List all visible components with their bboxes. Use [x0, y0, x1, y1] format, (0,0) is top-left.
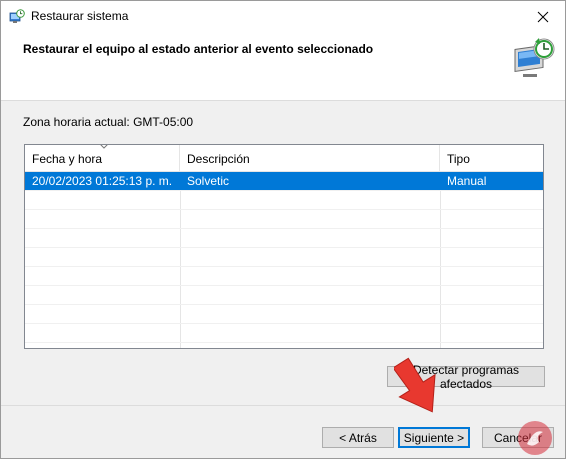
row-date: 20/02/2023 01:25:13 p. m.: [32, 174, 173, 188]
sort-descending-icon: [100, 145, 108, 149]
column-label-type: Tipo: [447, 152, 470, 166]
column-header-date[interactable]: Fecha y hora: [25, 145, 180, 172]
restore-points-list[interactable]: Fecha y hora Descripción Tipo 20/02/2023…: [24, 144, 544, 349]
next-button[interactable]: Siguiente >: [398, 427, 470, 448]
column-label-date: Fecha y hora: [32, 152, 103, 166]
column-header-type[interactable]: Tipo: [440, 145, 543, 172]
footer-divider: [1, 405, 565, 406]
wizard-header: Restaurar el equipo al estado anterior a…: [1, 32, 565, 101]
row-type: Manual: [447, 174, 487, 188]
close-icon: [537, 11, 548, 22]
back-button[interactable]: < Atrás: [322, 427, 394, 448]
table-row[interactable]: 20/02/2023 01:25:13 p. m. Solvetic Manua…: [25, 172, 543, 190]
timezone-label: Zona horaria actual: GMT-05:00: [23, 115, 194, 129]
title-bar: Restaurar sistema: [1, 1, 565, 32]
row-description: Solvetic: [187, 174, 230, 188]
list-gridlines: [25, 172, 543, 348]
column-label-description: Descripción: [187, 152, 250, 166]
list-header: Fecha y hora Descripción Tipo: [25, 145, 543, 172]
window-title: Restaurar sistema: [31, 9, 129, 23]
system-restore-icon: [511, 36, 557, 82]
system-restore-app-icon: [9, 9, 25, 25]
system-restore-window: Restaurar sistema Restaurar el equipo al…: [0, 0, 566, 459]
column-header-description[interactable]: Descripción: [180, 145, 440, 172]
close-button[interactable]: [520, 1, 565, 32]
page-title: Restaurar el equipo al estado anterior a…: [23, 42, 374, 56]
cancel-button[interactable]: Cancelar: [482, 427, 554, 448]
detect-affected-programs-button[interactable]: Detectar programas afectados: [387, 363, 545, 391]
list-rows: 20/02/2023 01:25:13 p. m. Solvetic Manua…: [25, 172, 543, 190]
